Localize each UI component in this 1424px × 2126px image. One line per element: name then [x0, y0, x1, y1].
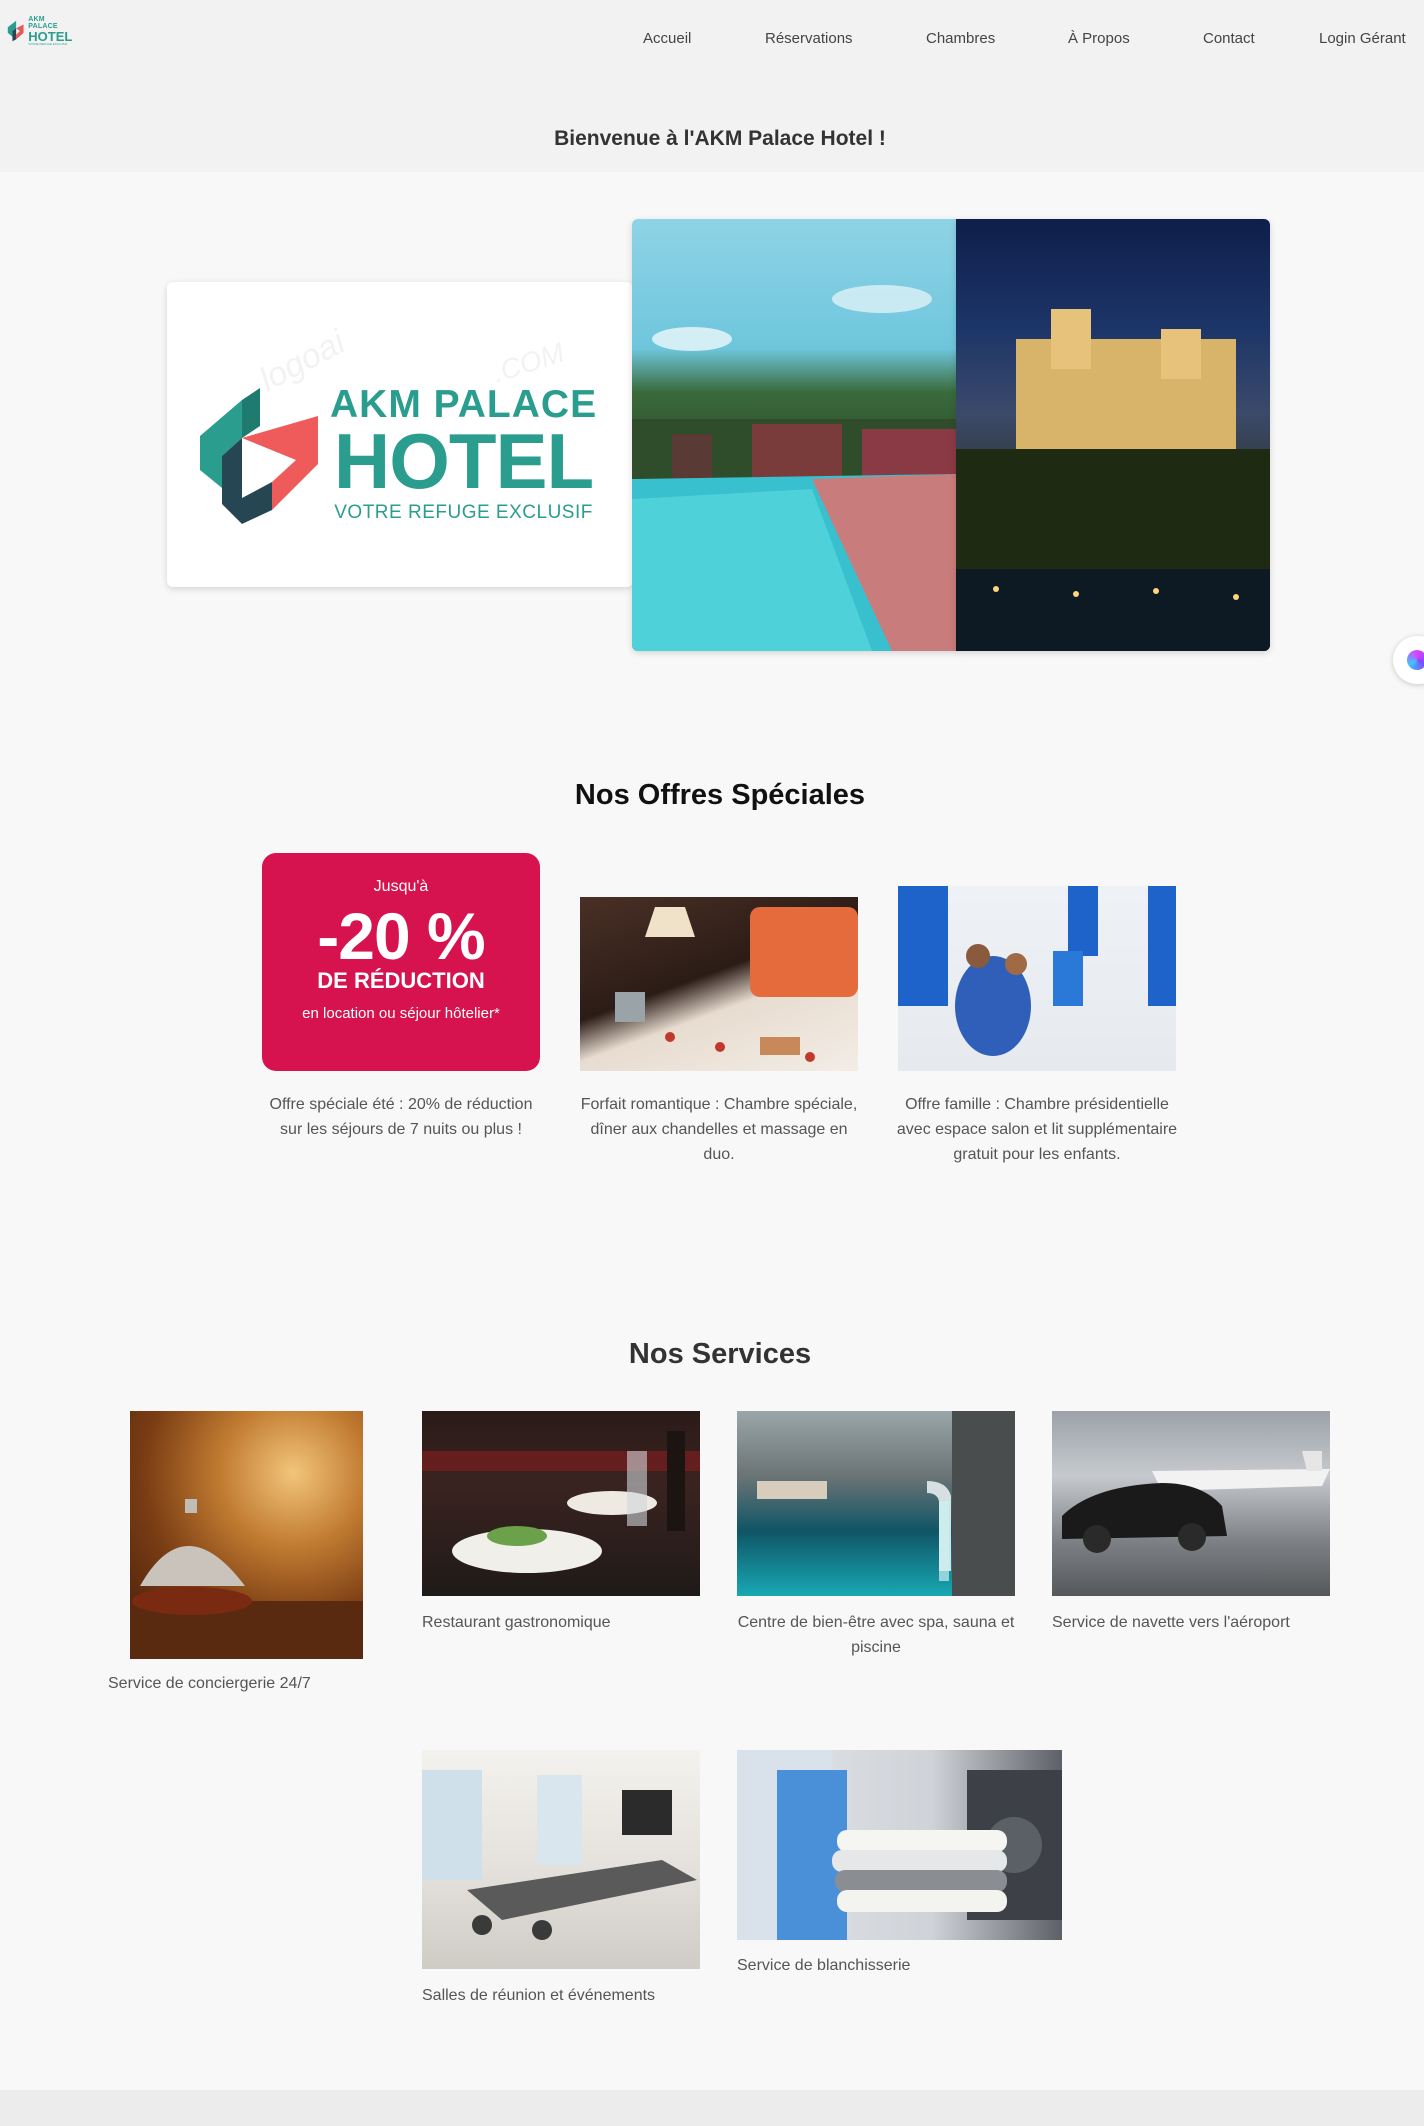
- offres-title: Nos Offres Spéciales: [574, 779, 866, 811]
- service-spa-image: [737, 1411, 1015, 1596]
- offre-famille-image: [898, 886, 1176, 1071]
- promo-line2: -20 %: [317, 899, 485, 973]
- hotel-logo-icon: [200, 387, 318, 524]
- floating-assistant-button[interactable]: [1393, 636, 1424, 684]
- promo-summer-image: Jusqu'à -20 % DE RÉDUCTION en location o…: [262, 853, 540, 1071]
- promo-line3: DE RÉDUCTION: [317, 968, 485, 993]
- hero-logo-tagline: VOTRE REFUGE EXCLUSIF: [334, 502, 593, 524]
- service-caption-spa: Centre de bien-être avec spa, sauna et p…: [737, 1614, 1015, 1656]
- welcome-heading: Bienvenue à l'AKM Palace Hotel !: [554, 127, 886, 150]
- assistant-icon: [1407, 650, 1424, 670]
- offre-caption-famille: Offre famille : Chambre présidentielle a…: [896, 1096, 1178, 1163]
- hero-palace-photo: [956, 219, 1270, 651]
- nav-reservations[interactable]: Réservations: [765, 30, 853, 47]
- service-caption-conciergerie: Service de conciergerie 24/7: [108, 1675, 311, 1692]
- footer: [0, 2090, 1424, 2126]
- service-caption-blanchisserie: Service de blanchisserie: [737, 1957, 911, 1974]
- promo-line1: Jusqu'à: [373, 878, 429, 895]
- service-caption-reunion: Salles de réunion et événements: [422, 1987, 656, 2004]
- service-restaurant-image: [422, 1411, 700, 1596]
- service-conciergerie-image: [130, 1411, 363, 1659]
- hero-logo-line2: HOTEL: [333, 417, 594, 505]
- service-caption-navette: Service de navette vers l'aéroport: [1052, 1614, 1290, 1631]
- hero-pool-photo: [632, 219, 957, 651]
- nav-a-propos[interactable]: À Propos: [1068, 30, 1130, 47]
- logo-line1: AKM PALACE: [28, 16, 58, 30]
- nav-login-gerant[interactable]: Login Gérant: [1319, 30, 1406, 47]
- nav-contact[interactable]: Contact: [1203, 30, 1255, 47]
- offre-romantique-image: [580, 897, 858, 1071]
- hero-logo-card: logoai .COM AKM PALACE HOTEL VOTRE REFUG…: [167, 282, 633, 587]
- hero-logo: AKM PALACE HOTEL VOTRE REFUGE EXCLUSIF: [200, 385, 597, 524]
- promo-line4: en location ou séjour hôtelier*: [302, 1005, 500, 1022]
- services-title: Nos Services: [628, 1338, 812, 1370]
- service-caption-restaurant: Restaurant gastronomique: [422, 1614, 611, 1631]
- nav-chambres[interactable]: Chambres: [926, 30, 995, 47]
- offre-caption-ete: Offre spéciale été : 20% de réduction su…: [269, 1096, 533, 1138]
- main-nav: Accueil Réservations Chambres À Propos C…: [0, 30, 1424, 52]
- watermark-com: .COM: [488, 336, 568, 389]
- service-navette-image: [1052, 1411, 1330, 1596]
- site-header: AKM PALACE HOTEL VOTRE REFUGE EXCLUSIF A…: [0, 0, 1424, 172]
- offre-caption-romantique: Forfait romantique : Chambre spéciale, d…: [580, 1096, 858, 1163]
- service-blanchisserie-image: [737, 1750, 1062, 1940]
- nav-accueil[interactable]: Accueil: [643, 30, 691, 47]
- service-reunion-image: [422, 1750, 700, 1969]
